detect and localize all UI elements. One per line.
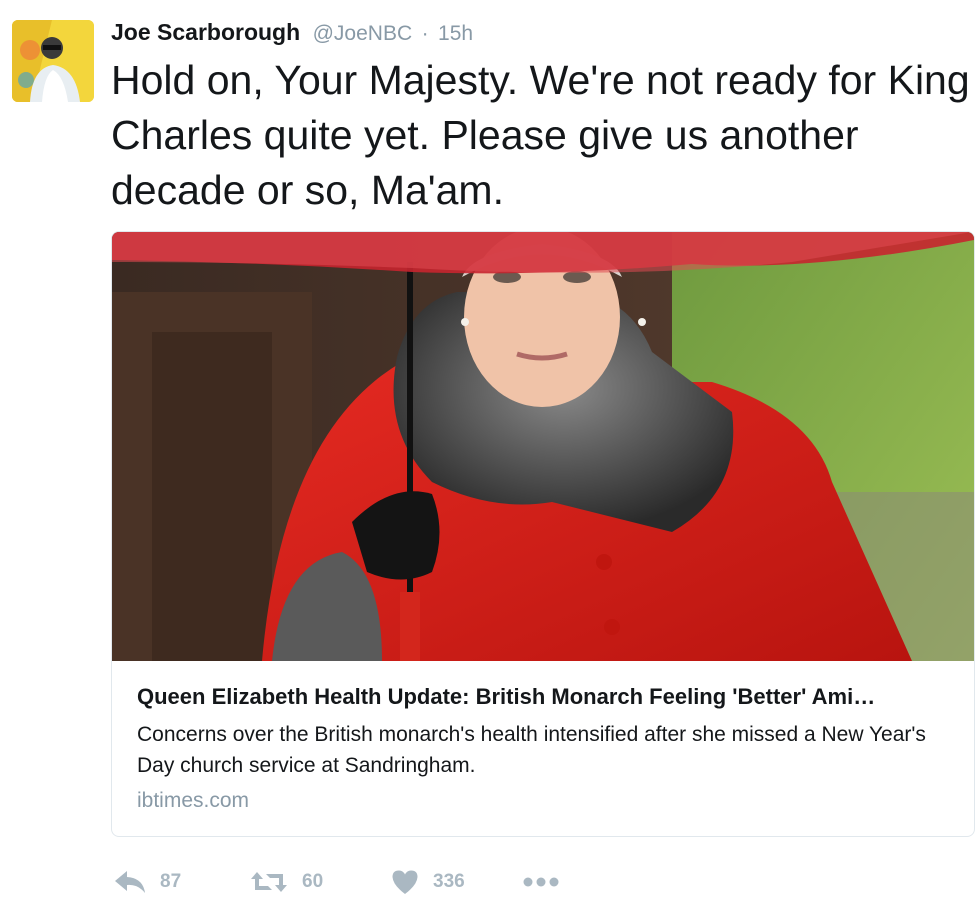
retweet-icon [251,872,287,892]
heart-icon [392,870,418,894]
card-body: Queen Elizabeth Health Update: British M… [112,661,974,836]
tweet-header: Joe Scarborough @JoeNBC · 15h [111,19,473,47]
author-handle[interactable]: @JoeNBC [313,22,413,45]
more-icon [523,877,559,887]
retweet-count: 60 [302,871,324,892]
like-button[interactable]: 336 [391,866,465,898]
card-title[interactable]: Queen Elizabeth Health Update: British M… [137,684,952,710]
avatar-image [12,20,94,102]
reply-icon [115,871,145,893]
card-domain: ibtimes.com [137,789,250,812]
author-avatar[interactable] [12,20,94,102]
author-name[interactable]: Joe Scarborough [111,19,300,45]
tweet-timestamp[interactable]: 15h [438,22,473,45]
retweet-button[interactable]: 60 [250,866,323,898]
card-description: Concerns over the British monarch's heal… [137,723,926,777]
reply-button[interactable]: 87 [114,866,181,898]
tweet-text: Hold on, Your Majesty. We're not ready f… [111,57,970,213]
more-button[interactable] [523,866,559,898]
link-card[interactable]: Queen Elizabeth Health Update: British M… [111,231,975,837]
like-count: 336 [433,871,465,892]
card-image [112,232,974,661]
reply-count: 87 [160,871,182,892]
separator-dot: · [421,22,429,45]
